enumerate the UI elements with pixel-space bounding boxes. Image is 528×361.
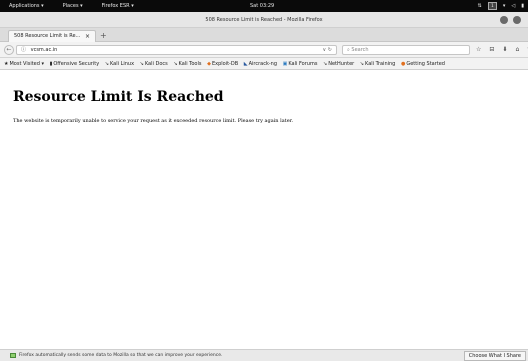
site-info-icon[interactable]: ⓘ — [21, 47, 26, 53]
search-icon: ⌕ — [347, 47, 350, 53]
kali-icon: ↘ — [173, 61, 178, 67]
home-icon[interactable]: ⌂ — [515, 45, 519, 55]
page-message: The website is temporarily unable to ser… — [13, 118, 294, 124]
workspace-indicator-icon[interactable]: 1 — [487, 2, 497, 10]
bookmark-kali-linux[interactable]: ↘Kali Linux — [104, 58, 134, 69]
page-content: Resource Limit Is Reached The website is… — [0, 71, 528, 349]
bookmark-most-visited[interactable]: ★Most Visited ▾ — [4, 58, 44, 69]
window-title: 508 Resource Limit is Reached - Mozilla … — [205, 17, 323, 23]
bookmark-aircrack-ng[interactable]: ◣Aircrack-ng — [243, 58, 277, 69]
toolbar-icons: ☆ ⊟ ⬇ ⌂ ♥ — [476, 45, 528, 55]
battery-icon[interactable]: ▮ — [521, 3, 524, 9]
bookmark-kali-tools[interactable]: ↘Kali Tools — [173, 58, 201, 69]
forums-icon: ▣ — [282, 61, 288, 67]
bookmark-offensive-security[interactable]: ▮Offensive Security — [49, 58, 100, 69]
tab-active[interactable]: 508 Resource Limit is Re... × — [8, 30, 96, 42]
wifi-icon[interactable]: ▾ — [503, 3, 506, 9]
choose-what-i-share-button[interactable]: Choose What I Share — [463, 351, 526, 361]
system-top-bar: Applications ▾ Places ▾ Firefox ESR ▾ Sa… — [0, 0, 528, 12]
clock[interactable]: Sat 03:29 — [250, 3, 274, 9]
network-icon[interactable]: ⇅ — [478, 3, 482, 9]
downloads-icon[interactable]: ⬇ — [502, 45, 507, 55]
exploit-db-icon: ◆ — [207, 61, 211, 67]
window-titlebar: 508 Resource Limit is Reached - Mozilla … — [0, 12, 528, 28]
system-tray: ⇅ 1 ▾ ◁ ▮ — [478, 1, 524, 11]
notification-text: Firefox automatically sends some data to… — [19, 353, 223, 358]
firefox-icon: ● — [400, 61, 406, 67]
star-icon: ★ — [4, 61, 9, 67]
bookmark-getting-started[interactable]: ●Getting Started — [400, 58, 445, 69]
bookmarks-toolbar: ★Most Visited ▾ ▮Offensive Security ↘Kal… — [0, 58, 528, 70]
bookmark-kali-docs[interactable]: ↘Kali Docs — [139, 58, 168, 69]
bookmark-nethunter[interactable]: ↘NetHunter — [323, 58, 354, 69]
url-text[interactable]: vcsm.ac.in — [31, 47, 58, 53]
search-placeholder: Search — [351, 47, 369, 53]
active-app-menu[interactable]: Firefox ESR ▾ — [102, 3, 134, 9]
data-notification-bar: Firefox automatically sends some data to… — [0, 349, 528, 361]
close-window-icon[interactable] — [513, 16, 521, 24]
page-title: Resource Limit Is Reached — [13, 89, 224, 105]
tab-strip: 508 Resource Limit is Re... × + — [0, 28, 528, 42]
bookmark-star-icon[interactable]: ☆ — [476, 45, 481, 55]
bookmark-kali-training[interactable]: ↘Kali Training — [359, 58, 396, 69]
back-icon[interactable]: ← — [4, 45, 14, 55]
library-icon[interactable]: ⊟ — [489, 45, 494, 55]
offsec-icon: ▮ — [49, 61, 53, 67]
tab-label: 508 Resource Limit is Re... — [14, 33, 81, 39]
info-icon — [10, 353, 16, 358]
kali-icon: ↘ — [359, 61, 364, 67]
url-bar[interactable]: ⓘ vcsm.ac.in ∨ ↻ — [16, 45, 337, 55]
aircrack-icon: ◣ — [243, 61, 248, 67]
volume-icon[interactable]: ◁ — [511, 3, 515, 9]
kali-icon: ↘ — [104, 61, 109, 67]
places-menu[interactable]: Places ▾ — [63, 3, 83, 9]
minimize-icon[interactable] — [500, 16, 508, 24]
bookmark-exploit-db[interactable]: ◆Exploit-DB — [207, 58, 238, 69]
navigation-bar: ← ⓘ vcsm.ac.in ∨ ↻ ⌕ Search ☆ ⊟ ⬇ ⌂ ♥ — [0, 42, 528, 58]
tab-close-icon[interactable]: × — [85, 31, 90, 42]
new-tab-icon[interactable]: + — [100, 30, 107, 41]
url-dropdown-reload-icons[interactable]: ∨ ↻ — [323, 46, 332, 54]
search-input[interactable]: ⌕ Search — [342, 45, 470, 55]
kali-icon: ↘ — [323, 61, 328, 67]
kali-icon: ↘ — [139, 61, 144, 67]
bookmark-kali-forums[interactable]: ▣Kali Forums — [282, 58, 318, 69]
applications-menu[interactable]: Applications ▾ — [9, 3, 44, 9]
